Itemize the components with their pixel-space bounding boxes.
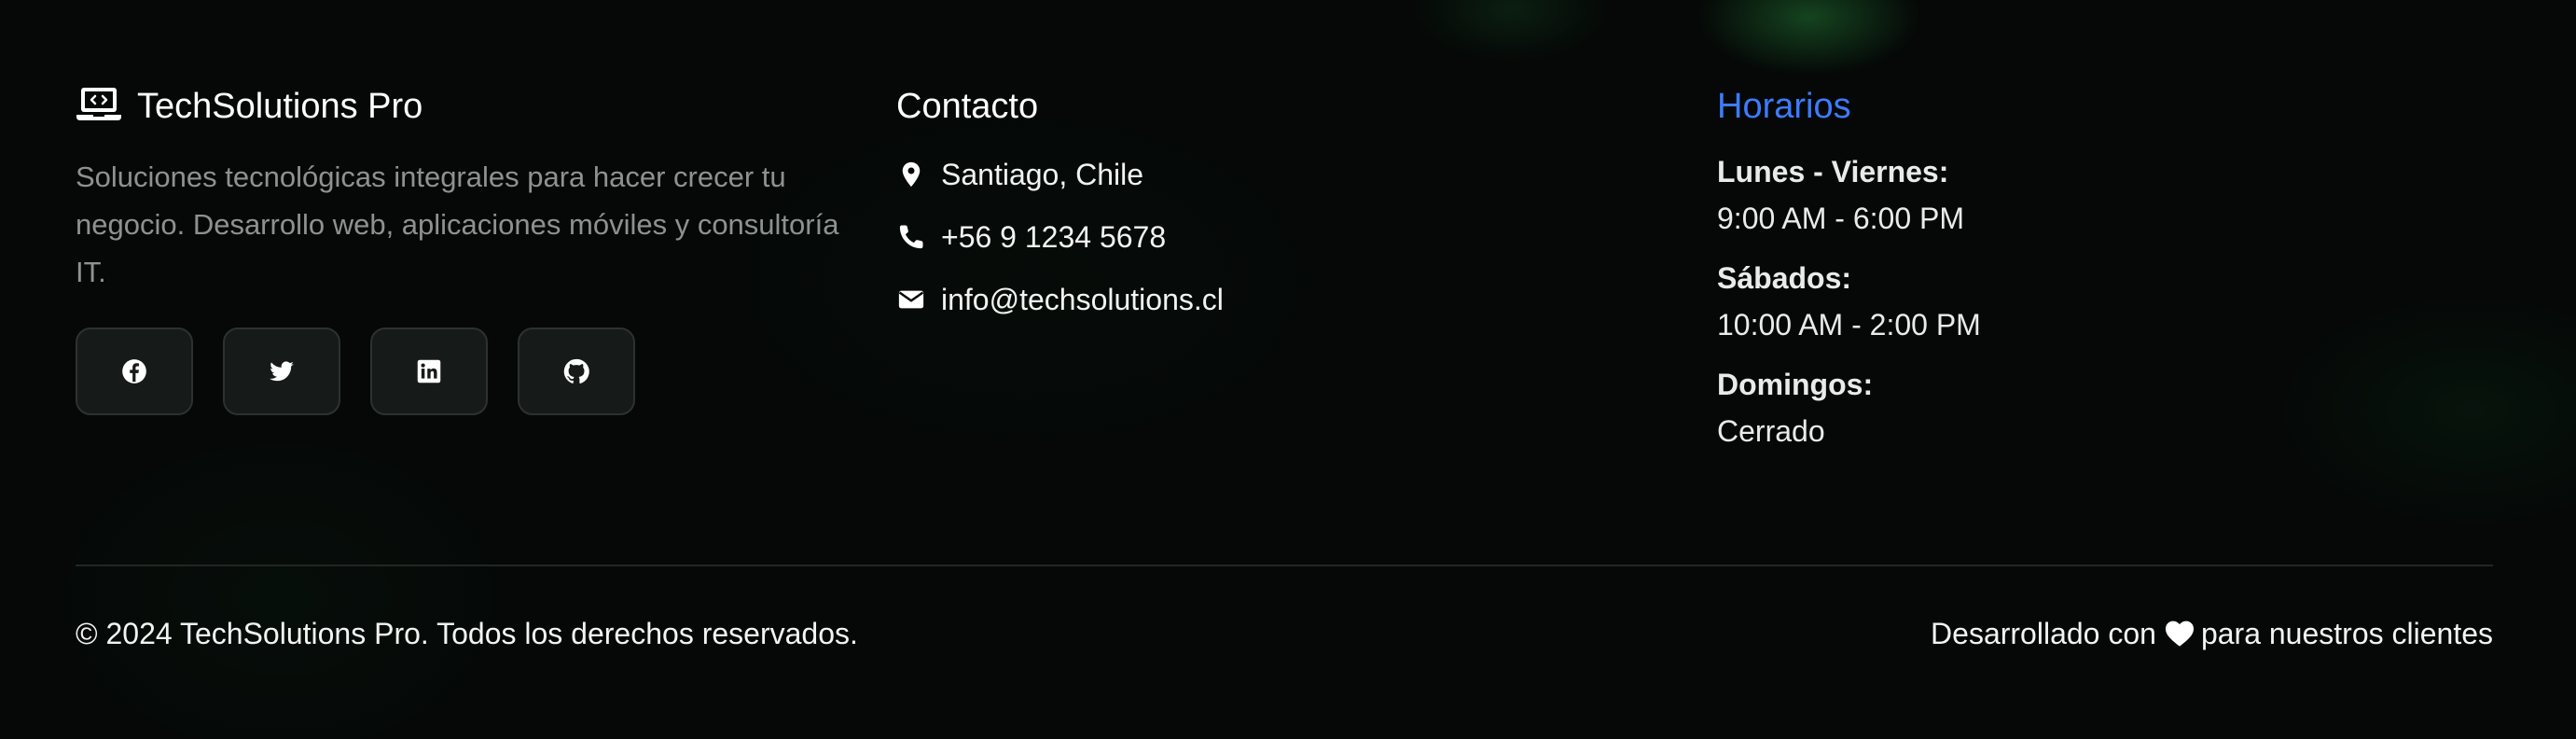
hours-day: Domingos: — [1717, 368, 1874, 401]
contact-address-text: Santiago, Chile — [941, 157, 1144, 191]
envelope-icon — [896, 285, 926, 314]
contact-address: Santiago, Chile — [896, 155, 1661, 194]
site-footer: TechSolutions Pro Soluciones tecnológica… — [76, 0, 2493, 739]
contact-title: Contacto — [896, 87, 1039, 126]
brand-column: TechSolutions Pro Soluciones tecnológica… — [76, 80, 840, 415]
brand-name: TechSolutions Pro — [137, 87, 423, 126]
contact-column: Contacto Santiago, Chile +56 9 1234 5678… — [896, 80, 1661, 342]
hours-entry: Domingos: Cerrado — [1717, 362, 2482, 455]
hours-day: Sábados: — [1717, 261, 1852, 295]
facebook-icon — [121, 358, 147, 384]
facebook-button[interactable] — [76, 328, 193, 415]
brand-description: Soluciones tecnológicas integrales para … — [76, 160, 839, 288]
laptop-code-icon — [76, 86, 137, 128]
brand-header: TechSolutions Pro — [76, 80, 840, 132]
contact-email-text: info@techsolutions.cl — [941, 282, 1224, 316]
social-links — [76, 328, 840, 415]
github-icon — [563, 358, 589, 384]
hours-time: Cerrado — [1717, 414, 1825, 448]
footer-divider — [76, 565, 2493, 566]
made-with-suffix: para nuestros clientes — [2200, 617, 2493, 650]
contact-email[interactable]: info@techsolutions.cl — [896, 280, 1661, 319]
twitter-button[interactable] — [223, 328, 340, 415]
made-with-prefix: Desarrollado con — [1931, 617, 2156, 650]
copyright-text: © 2024 TechSolutions Pro. Todos los dere… — [76, 617, 858, 650]
hours-title: Horarios — [1717, 87, 1851, 126]
heart-icon — [2156, 620, 2201, 648]
hours-time: 10:00 AM - 2:00 PM — [1717, 308, 1981, 342]
contact-phone[interactable]: +56 9 1234 5678 — [896, 217, 1661, 257]
linkedin-button[interactable] — [370, 328, 488, 415]
hours-column: Horarios Lunes - Viernes: 9:00 AM - 6:00… — [1717, 80, 2482, 468]
linkedin-icon — [416, 358, 442, 384]
hours-list: Lunes - Viernes: 9:00 AM - 6:00 PM Sábad… — [1717, 149, 2482, 455]
twitter-icon — [269, 358, 295, 384]
hours-entry: Lunes - Viernes: 9:00 AM - 6:00 PM — [1717, 149, 2482, 243]
hours-time: 9:00 AM - 6:00 PM — [1717, 202, 1965, 235]
phone-icon — [896, 222, 926, 252]
hours-day: Lunes - Viernes: — [1717, 155, 1949, 188]
contact-phone-text: +56 9 1234 5678 — [941, 219, 1167, 254]
hours-entry: Sábados: 10:00 AM - 2:00 PM — [1717, 256, 2482, 349]
map-pin-icon — [896, 160, 926, 189]
contact-list: Santiago, Chile +56 9 1234 5678 info@tec… — [896, 155, 1661, 319]
github-button[interactable] — [518, 328, 635, 415]
made-with-text: Desarrollado con para nuestros clientes — [1931, 614, 2493, 653]
